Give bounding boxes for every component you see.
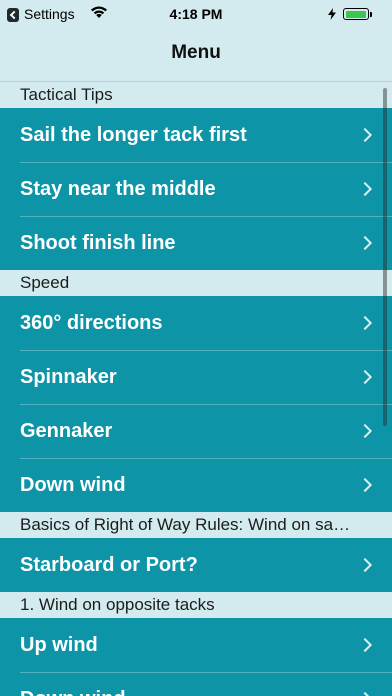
navigation-bar: Menu	[0, 30, 392, 82]
section-header-right-of-way: Basics of Right of Way Rules: Wind on sa…	[0, 512, 392, 538]
status-bar: Settings 4:18 PM	[0, 0, 392, 30]
chevron-right-icon	[357, 315, 373, 331]
battery-cap	[370, 12, 372, 17]
section-header-speed: Speed	[0, 270, 392, 296]
list-item-shoot-finish-line[interactable]: Shoot finish line	[0, 216, 392, 270]
list-item-down-wind[interactable]: Down wind	[0, 458, 392, 512]
list-item-label: Up wind	[20, 634, 98, 656]
scrollbar[interactable]	[383, 88, 387, 426]
chevron-right-icon	[357, 557, 373, 573]
list-item-sail-longer-tack[interactable]: Sail the longer tack first	[0, 108, 392, 162]
list-item-label: Spinnaker	[20, 366, 117, 388]
charging-icon	[328, 8, 336, 20]
menu-list[interactable]: Tactical Tips Sail the longer tack first…	[0, 82, 392, 696]
list-item-360-directions[interactable]: 360° directions	[0, 296, 392, 350]
list-item-label: Stay near the middle	[20, 178, 216, 200]
list-item-label: Down wind	[20, 672, 126, 696]
chevron-right-icon	[357, 181, 373, 197]
chevron-right-icon	[357, 423, 373, 439]
list-item-up-wind[interactable]: Up wind	[0, 618, 392, 672]
list-item-gennaker[interactable]: Gennaker	[0, 404, 392, 458]
list-item-stay-near-middle[interactable]: Stay near the middle	[0, 162, 392, 216]
section-header-opposite-tacks: 1. Wind on opposite tacks	[0, 592, 392, 618]
list-item-label: Sail the longer tack first	[20, 124, 247, 146]
list-item-label: Shoot finish line	[20, 232, 176, 254]
list-item-label: Down wind	[20, 474, 126, 496]
list-item-starboard-or-port[interactable]: Starboard or Port?	[0, 538, 392, 592]
chevron-right-icon	[357, 127, 373, 143]
list-item-label: Starboard or Port?	[20, 554, 198, 576]
chevron-right-icon	[357, 369, 373, 385]
chevron-right-icon	[357, 235, 373, 251]
list-item-label: 360° directions	[20, 312, 163, 334]
list-item-down-wind-2[interactable]: Down wind	[0, 672, 392, 696]
chevron-right-icon	[357, 477, 373, 493]
battery-icon	[343, 8, 369, 20]
chevron-right-icon	[357, 637, 373, 653]
list-item-spinnaker[interactable]: Spinnaker	[0, 350, 392, 404]
section-header-tactical-tips: Tactical Tips	[0, 82, 392, 108]
list-item-label: Gennaker	[20, 420, 113, 442]
battery-level	[345, 10, 367, 18]
chevron-right-icon	[357, 691, 373, 696]
page-title: Menu	[171, 42, 221, 63]
